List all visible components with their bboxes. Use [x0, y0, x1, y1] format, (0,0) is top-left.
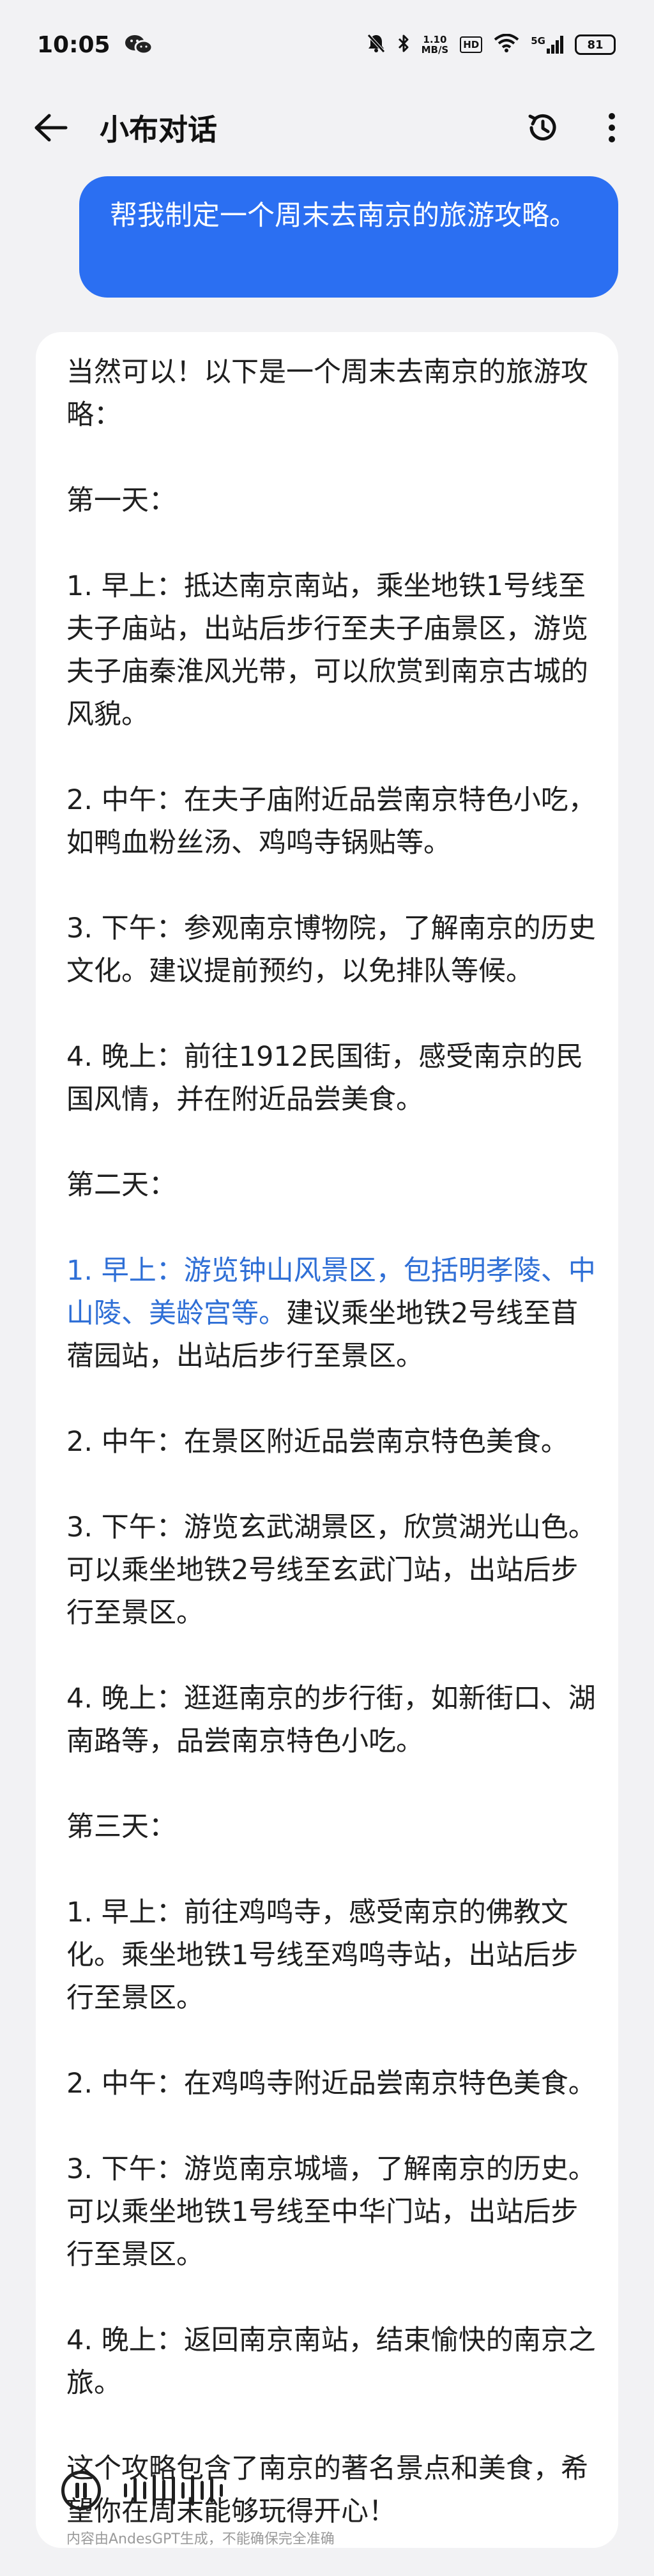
network-speed-unit: MB/S	[421, 44, 449, 56]
header-actions	[524, 109, 631, 147]
response-audio-controls	[61, 2465, 598, 2516]
audio-waveform-icon	[124, 2471, 223, 2510]
intro-paragraph: 当然可以！以下是一个周末去南京的旅游攻略：	[66, 356, 588, 431]
day2-heading: 第二天：	[66, 1169, 176, 1201]
day3-item-afternoon: 3. 下午：游览南京城墙，了解南京的历史。可以乘坐地铁1号线至中华门站，出站后步…	[66, 2153, 596, 2271]
waveform-bar	[172, 2476, 175, 2504]
status-icons: 1.10 MB/S HD 5G 81	[367, 33, 616, 56]
waveform-bar	[220, 2484, 223, 2497]
day2-item-afternoon: 3. 下午：游览玄武湖景区，欣赏湖光山色。可以乘坐地铁2号线至玄武门站，出站后步…	[66, 1512, 596, 1629]
day2-item-evening: 4. 晚上：逛逛南京的步行街，如新街口、湖南路等，品尝南京特色小吃。	[66, 1683, 596, 1757]
page-title: 小布对话	[100, 112, 217, 147]
day1-item-afternoon: 3. 下午：参观南京博物院，了解南京的历史文化。建议提前预约，以免排队等候。	[66, 913, 596, 987]
pause-icon-bar	[83, 2483, 87, 2498]
mute-bell-icon	[367, 33, 386, 56]
day3-item-morning: 1. 早上：前往鸡鸣寺，感受南京的佛教文化。乘坐地铁1号线至鸡鸣寺站，出站后步行…	[66, 1897, 579, 2014]
day2-item-noon: 2. 中午：在景区附近品尝南京特色美食。	[66, 1426, 568, 1458]
pause-button[interactable]	[61, 2471, 101, 2510]
ai-response-text: 当然可以！以下是一个周末去南京的旅游攻略： 第一天： 1. 早上：抵达南京南站，…	[66, 351, 603, 2576]
status-bar: 10:05 1.10 MB/S HD 5G 81	[0, 0, 654, 89]
day1-item-morning: 1. 早上：抵达南京南站，乘坐地铁1号线至夫子庙站，出站后步行至夫子庙景区，游览…	[66, 570, 588, 731]
history-button[interactable]	[524, 109, 562, 147]
back-button[interactable]	[31, 107, 72, 148]
waveform-bar	[124, 2483, 127, 2497]
waveform-bar	[133, 2478, 137, 2503]
history-clock-icon	[528, 114, 556, 140]
waveform-bar	[143, 2481, 146, 2499]
day3-item-evening: 4. 晚上：返回南京南站，结束愉快的南京之旅。	[66, 2324, 596, 2399]
arrow-left-icon	[34, 114, 68, 142]
day1-item-evening: 4. 晚上：前往1912民国街，感受南京的民国风情，并在附近品尝美食。	[66, 1041, 584, 1116]
pause-icon	[75, 2483, 79, 2498]
ai-response-card[interactable]: 当然可以！以下是一个周末去南京的旅游攻略： 第一天： 1. 早上：抵达南京南站，…	[36, 332, 618, 2548]
waveform-bar	[153, 2474, 156, 2506]
wifi-icon	[494, 33, 519, 56]
status-time: 10:05	[37, 31, 110, 58]
user-message-bubble[interactable]: 帮我制定一个周末去南京的旅游攻略。	[79, 176, 618, 298]
bluetooth-icon	[397, 33, 410, 56]
battery-indicator: 81	[575, 34, 616, 55]
more-vertical-icon	[609, 113, 615, 142]
waveform-bar	[210, 2478, 213, 2503]
waveform-bar	[181, 2482, 185, 2499]
day3-heading: 第三天：	[66, 1811, 176, 1843]
more-options-button[interactable]	[593, 109, 631, 147]
network-speed: 1.10 MB/S	[422, 34, 449, 55]
waveform-bar	[201, 2481, 204, 2500]
wechat-notification-icon	[125, 34, 153, 56]
signal-5g-icon: 5G	[531, 36, 563, 54]
waveform-bar	[162, 2480, 165, 2501]
day2-item-morning: 1. 早上：游览钟山风景区，包括明孝陵、中山陵、美龄宫等。建议乘坐地铁2号线至苜…	[66, 1250, 603, 1378]
app-header: 小布对话	[0, 89, 654, 166]
hd-badge: HD	[460, 36, 483, 53]
network-speed-value: 1.10	[423, 34, 447, 45]
network-type: 5G	[531, 35, 545, 47]
ai-disclaimer: 内容由AndesGPT生成，不能确保完全准确	[66, 2531, 335, 2547]
day1-item-noon: 2. 中午：在夫子庙附近品尝南京特色小吃，如鸭血粉丝汤、鸡鸣寺锅贴等。	[66, 784, 596, 859]
day1-heading: 第一天：	[66, 485, 176, 517]
day3-item-noon: 2. 中午：在鸡鸣寺附近品尝南京特色美食。	[66, 2068, 596, 2100]
waveform-bar	[191, 2475, 194, 2506]
